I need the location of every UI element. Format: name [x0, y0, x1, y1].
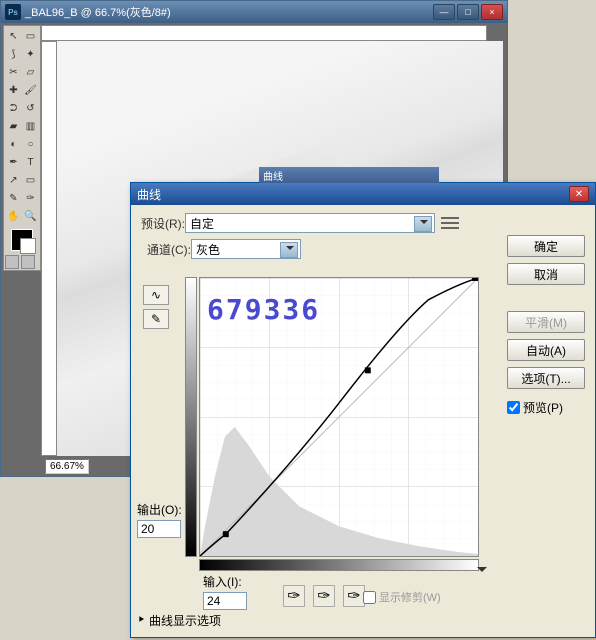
stamp-tool-icon[interactable]: ⮊ [5, 99, 22, 117]
ruler-vertical [41, 41, 57, 456]
preview-label: 预览(P) [523, 399, 563, 416]
dialog-titlebar[interactable]: 曲线 ✕ [131, 183, 595, 205]
screenmode-icon[interactable] [21, 255, 35, 269]
white-point-eyedropper-icon[interactable]: ✑ [343, 585, 365, 607]
curve-graph[interactable] [199, 277, 479, 557]
options-button[interactable]: 选项(T)... [507, 367, 585, 389]
hand-tool-icon[interactable]: ✋ [5, 207, 22, 225]
chevron-down-icon [286, 246, 294, 254]
display-options-label: 曲线显示选项 [149, 612, 221, 629]
display-options-toggle[interactable]: ⯈ 曲线显示选项 [137, 612, 221, 629]
ruler-horizontal [41, 25, 487, 41]
color-swatches[interactable] [5, 229, 39, 251]
preset-combo[interactable]: 自定 [185, 213, 435, 233]
input-gradient [199, 559, 479, 571]
channel-value: 灰色 [196, 241, 220, 258]
curve-point[interactable] [223, 531, 229, 537]
chevron-right-icon: ⯈ [137, 615, 145, 626]
expand-handle-icon[interactable] [477, 567, 487, 577]
black-point-eyedropper-icon[interactable]: ✑ [283, 585, 305, 607]
channel-combo[interactable]: 灰色 [191, 239, 301, 259]
toolbox: ↖▭ ⟆✦ ✂▱ ✚🖌 ⮊↺ ▰▥ ◐○ ✒T ↗▭ ✎✑ ✋🔍 [3, 25, 41, 271]
preset-value: 自定 [190, 215, 214, 232]
preview-checkbox[interactable]: 预览(P) [507, 399, 585, 416]
gradient-tool-icon[interactable]: ▥ [22, 117, 39, 135]
dialog-title: 曲线 [137, 186, 569, 203]
ps-app-icon: Ps [5, 4, 21, 20]
curve-svg[interactable] [200, 278, 478, 556]
quickmask-icon[interactable] [5, 255, 19, 269]
preview-input[interactable] [507, 401, 520, 414]
close-button[interactable]: × [481, 4, 503, 20]
slice-tool-icon[interactable]: ▱ [22, 63, 39, 81]
blur-tool-icon[interactable]: ◐ [5, 135, 22, 153]
brush-tool-icon[interactable]: 🖌 [22, 81, 39, 99]
show-clipping-input[interactable] [363, 591, 376, 604]
output-gradient [185, 277, 197, 557]
notes-tool-icon[interactable]: ✎ [5, 189, 22, 207]
foreground-swatch[interactable] [11, 229, 33, 251]
wand-tool-icon[interactable]: ✦ [22, 45, 39, 63]
ps-titlebar[interactable]: Ps _BAL96_B @ 66.7%(灰色/8#) — □ × [1, 1, 507, 23]
curve-point[interactable] [365, 367, 371, 373]
show-clipping-label: 显示修剪(W) [379, 589, 441, 605]
zoom-status[interactable]: 66.67% [45, 459, 89, 474]
inner-window-title: 曲线 [259, 167, 439, 183]
shape-tool-icon[interactable]: ▭ [22, 171, 39, 189]
eyedropper-icon[interactable]: ✑ [22, 189, 39, 207]
history-brush-icon[interactable]: ↺ [22, 99, 39, 117]
dialog-close-button[interactable]: ✕ [569, 186, 589, 202]
marquee-tool-icon[interactable]: ▭ [22, 27, 39, 45]
heal-tool-icon[interactable]: ✚ [5, 81, 22, 99]
lasso-tool-icon[interactable]: ⟆ [5, 45, 22, 63]
ok-button[interactable]: 确定 [507, 235, 585, 257]
move-tool-icon[interactable]: ↖ [5, 27, 22, 45]
curves-dialog: 曲线 曲线 ✕ 预设(R): 自定 通道(C): 灰色 ∿ ✎ [130, 182, 596, 638]
type-tool-icon[interactable]: T [22, 153, 39, 171]
curve-point[interactable] [472, 278, 478, 281]
auto-button[interactable]: 自动(A) [507, 339, 585, 361]
cancel-button[interactable]: 取消 [507, 263, 585, 285]
output-input[interactable] [137, 520, 181, 538]
background-swatch[interactable] [20, 238, 36, 254]
preset-menu-icon[interactable] [441, 216, 459, 230]
document-title: _BAL96_B @ 66.7%(灰色/8#) [25, 4, 433, 20]
show-clipping-checkbox[interactable]: 显示修剪(W) [363, 589, 441, 605]
output-label: 输出(O): [137, 501, 182, 518]
maximize-button[interactable]: □ [457, 4, 479, 20]
chevron-down-icon [420, 220, 428, 228]
preset-label: 预设(R): [141, 215, 185, 232]
path-tool-icon[interactable]: ↗ [5, 171, 22, 189]
zoom-tool-icon[interactable]: 🔍 [22, 207, 39, 225]
curve-point-tool-icon[interactable]: ∿ [143, 285, 169, 305]
pen-tool-icon[interactable]: ✒ [5, 153, 22, 171]
curve-pencil-tool-icon[interactable]: ✎ [143, 309, 169, 329]
input-label: 输入(I): [203, 573, 247, 590]
eraser-tool-icon[interactable]: ▰ [5, 117, 22, 135]
crop-tool-icon[interactable]: ✂ [5, 63, 22, 81]
minimize-button[interactable]: — [433, 4, 455, 20]
smooth-button[interactable]: 平滑(M) [507, 311, 585, 333]
dodge-tool-icon[interactable]: ○ [22, 135, 39, 153]
channel-label: 通道(C): [147, 241, 191, 258]
input-input[interactable] [203, 592, 247, 610]
gray-point-eyedropper-icon[interactable]: ✑ [313, 585, 335, 607]
